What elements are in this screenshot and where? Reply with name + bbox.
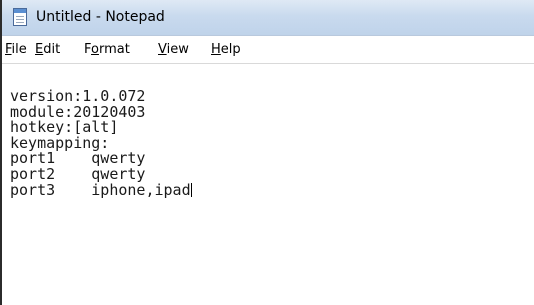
menu-bar: File Edit Format View Help	[2, 36, 534, 64]
menu-help-label: elp	[220, 42, 241, 57]
menu-format-first: F	[84, 42, 92, 57]
menu-file-label: ile	[11, 42, 27, 57]
title-bar[interactable]: Untitled - Notepad	[2, 0, 534, 36]
editor-line: port3 iphone,ipad	[10, 180, 191, 199]
text-editor[interactable]: version:1.0.072 module:20120403 hotkey:[…	[2, 65, 534, 305]
menu-edit[interactable]: Edit	[35, 42, 60, 57]
menu-help[interactable]: Help	[211, 42, 241, 57]
menu-view-mnemonic: V	[158, 42, 167, 57]
text-caret	[190, 182, 192, 197]
menu-format[interactable]: Format	[84, 42, 130, 57]
menu-view-label: iew	[166, 42, 189, 57]
menu-view[interactable]: View	[158, 42, 189, 57]
menu-format-label: rmat	[98, 42, 130, 57]
menu-edit-mnemonic: E	[35, 42, 44, 57]
editor-content[interactable]: version:1.0.072 module:20120403 hotkey:[…	[10, 88, 192, 199]
menu-help-mnemonic: H	[211, 42, 221, 57]
notepad-icon[interactable]	[13, 8, 27, 26]
notepad-window: Untitled - Notepad File Edit Format View…	[0, 0, 534, 305]
window-title: Untitled - Notepad	[36, 9, 165, 25]
menu-format-mnemonic: o	[91, 42, 99, 57]
menu-edit-label: dit	[43, 42, 61, 57]
menu-file[interactable]: File	[5, 42, 27, 57]
